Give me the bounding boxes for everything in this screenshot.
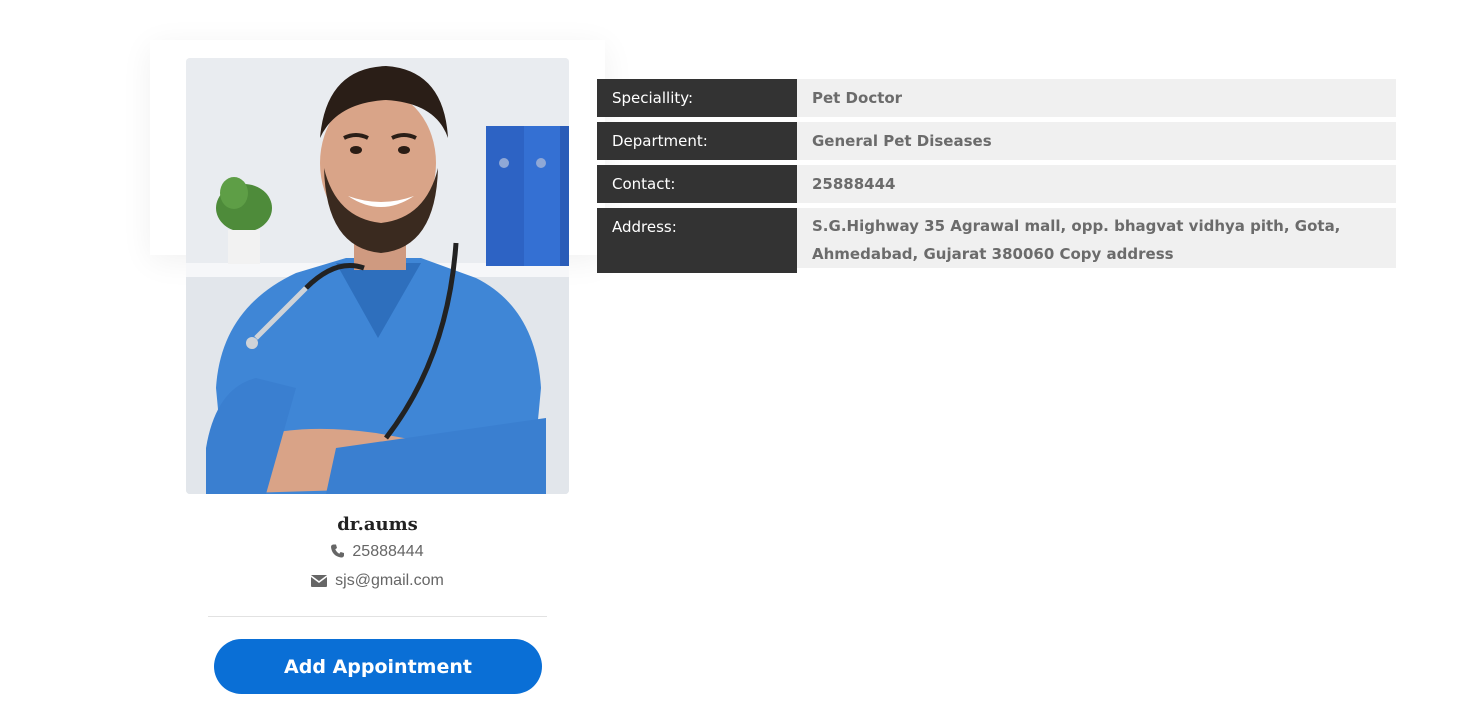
add-appointment-button[interactable]: Add Appointment bbox=[214, 639, 542, 694]
card-divider bbox=[208, 616, 547, 617]
doctor-email: sjs@gmail.com bbox=[186, 572, 569, 592]
details-row-speciality: Speciallity: Pet Doctor bbox=[597, 79, 1396, 117]
details-value: S.G.Highway 35 Agrawal mall, opp. bhagva… bbox=[797, 208, 1396, 268]
doctor-phone: 25888444 bbox=[186, 543, 569, 563]
details-row-contact: Contact: 25888444 bbox=[597, 165, 1396, 203]
details-label: Department: bbox=[597, 122, 797, 160]
details-label: Speciallity: bbox=[597, 79, 797, 117]
doctor-profile-page: dr.aums 25888444 sjs@gmail.com Add Appoi… bbox=[0, 0, 1462, 716]
phone-icon bbox=[331, 544, 345, 563]
doctor-name: dr.aums bbox=[337, 514, 418, 535]
details-label: Contact: bbox=[597, 165, 797, 203]
details-value: General Pet Diseases bbox=[797, 122, 1396, 160]
details-label: Address: bbox=[597, 208, 797, 273]
details-row-address: Address: S.G.Highway 35 Agrawal mall, op… bbox=[597, 208, 1396, 273]
envelope-icon bbox=[310, 574, 328, 592]
doctor-phone-text: 25888444 bbox=[352, 543, 424, 560]
details-value: Pet Doctor bbox=[797, 79, 1396, 117]
doctor-photo bbox=[186, 58, 569, 494]
doctor-email-text: sjs@gmail.com bbox=[335, 572, 444, 589]
details-value: 25888444 bbox=[797, 165, 1396, 203]
doctor-details-table: Speciallity: Pet Doctor Department: Gene… bbox=[597, 79, 1396, 278]
details-row-department: Department: General Pet Diseases bbox=[597, 122, 1396, 160]
